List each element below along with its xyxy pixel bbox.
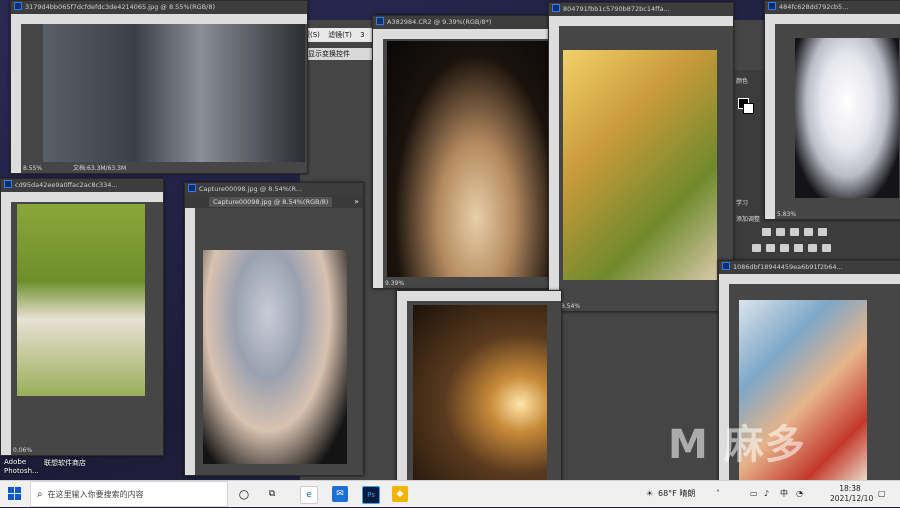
- edge-browser-icon[interactable]: e: [300, 486, 318, 504]
- photo-woman-on-grass: [17, 204, 145, 396]
- canvas[interactable]: [407, 301, 561, 481]
- ps-file-icon: [188, 184, 196, 192]
- document-title: 1086dbf18944459ea6b91f2b64...: [733, 263, 843, 271]
- show-transform-controls[interactable]: 显示变换控件: [300, 48, 378, 60]
- brightness-icon[interactable]: [762, 228, 771, 236]
- zoom-status[interactable]: 9.39%: [383, 279, 404, 288]
- desktop-icon-label-store[interactable]: 联想软件商店: [44, 458, 86, 468]
- document-title: 484fc628dd792cb5...: [779, 3, 849, 11]
- document-title-bar[interactable]: 1086dbf18944459ea6b91f2b64...: [719, 261, 900, 274]
- ps-file-icon: [552, 4, 560, 12]
- color-balance-icon[interactable]: [780, 244, 789, 252]
- taskbar-search-box[interactable]: ⌕ 在这里输入你要搜索的内容: [30, 481, 228, 507]
- document-title-bar[interactable]: 804791fbb1c5790b872bc14ffa...: [549, 3, 733, 16]
- document-title-bar[interactable]: cd95da42ee9a0ffac2ac8c334...: [1, 179, 163, 192]
- hue-saturation-icon[interactable]: [766, 244, 775, 252]
- ps-file-icon: [768, 2, 776, 10]
- zoom-status[interactable]: 8.55%: [21, 164, 42, 173]
- search-icon: ⌕: [37, 489, 43, 500]
- vibrance-icon[interactable]: [752, 244, 761, 252]
- taskbar: ⌕ 在这里输入你要搜索的内容 ○ ⧉ e ✉ Ps ◆ ☀ 68°F 晴朗 ˄ ▭…: [0, 480, 900, 507]
- document-size-status: 文档:63.3M/63.3M: [73, 165, 127, 172]
- desktop-icon-label[interactable]: Photosh...: [4, 467, 39, 475]
- photo-filter-icon[interactable]: [808, 244, 817, 252]
- document-title: A382984.CR2 @ 9.39%(RGB/8*): [387, 18, 492, 26]
- ps-file-icon: [4, 180, 12, 188]
- document-window-7[interactable]: [396, 290, 562, 482]
- canvas[interactable]: [195, 208, 363, 475]
- windows-logo-tile: [8, 487, 14, 493]
- background-color-swatch[interactable]: [743, 103, 754, 114]
- app-tray-icon[interactable]: ◔: [796, 481, 803, 507]
- weather-icon: ☀: [646, 489, 654, 498]
- menu-item-filter[interactable]: 滤镜(T): [325, 28, 355, 42]
- network-icon[interactable]: ▭: [750, 481, 758, 507]
- document-window-2[interactable]: A382984.CR2 @ 9.39%(RGB/8*) 9.39%: [372, 15, 562, 289]
- document-window-1[interactable]: 3179d4bb065f7dcfdefdc3de4214065.jpg @ 8.…: [10, 0, 308, 174]
- ps-file-icon: [376, 17, 384, 25]
- curves-icon[interactable]: [790, 228, 799, 236]
- start-button[interactable]: [8, 487, 22, 501]
- document-title-bar[interactable]: Capture00098.jpg @ 8.54%(R...: [185, 183, 363, 196]
- weather-status[interactable]: 68°F 晴朗: [658, 481, 695, 507]
- black-white-icon[interactable]: [794, 244, 803, 252]
- document-title: Capture00098.jpg @ 8.54%(R...: [199, 185, 302, 193]
- watermark-logo: M 麻多: [668, 422, 806, 468]
- clock[interactable]: 18:38 2021/12/10: [830, 484, 874, 504]
- photo-bride-in-sunlight: [563, 50, 717, 280]
- photoshop-taskbar-icon[interactable]: Ps: [362, 486, 380, 504]
- cortana-icon[interactable]: ○: [236, 486, 252, 502]
- menu-item-3d[interactable]: 3: [357, 29, 367, 41]
- canvas[interactable]: [11, 202, 163, 455]
- document-tab[interactable]: Capture00098.jpg @ 8.54%(RGB/8): [209, 197, 333, 207]
- canvas[interactable]: [383, 39, 561, 288]
- windows-logo-tile: [15, 494, 21, 500]
- canvas[interactable]: [559, 26, 733, 311]
- learn-panel-label[interactable]: 学习: [736, 198, 748, 207]
- document-window-4[interactable]: 484fc628dd792cb5... 5.83%: [764, 0, 900, 220]
- color-panel-label[interactable]: 颜色: [736, 76, 748, 85]
- ps-file-icon: [14, 2, 22, 10]
- document-window-3[interactable]: 804791fbb1c5790b872bc14ffa... 8.54%: [548, 2, 734, 312]
- photo-woman-with-angel-wings: [795, 38, 899, 198]
- desktop-icon-label[interactable]: Adobe: [4, 458, 26, 466]
- volume-icon[interactable]: ♪: [764, 481, 769, 507]
- photo-woman-in-gown: [387, 41, 549, 277]
- adjustments-panel-label[interactable]: 添加调整: [736, 214, 760, 223]
- ps-file-icon: [722, 262, 730, 270]
- document-title: 804791fbb1c5790b872bc14ffa...: [563, 5, 670, 13]
- more-tabs-button[interactable]: »: [354, 196, 359, 208]
- photo-woman-with-lamp: [413, 305, 547, 481]
- tray-chevron-icon[interactable]: ˄: [716, 481, 720, 507]
- document-title-bar[interactable]: A382984.CR2 @ 9.39%(RGB/8*): [373, 16, 561, 29]
- clock-date: 2021/12/10: [830, 494, 874, 503]
- clock-time: 18:38: [839, 484, 861, 493]
- document-title: 3179d4bb065f7dcfdefdc3de4214065.jpg @ 8.…: [25, 3, 216, 11]
- notification-icon[interactable]: ▢: [878, 481, 886, 507]
- canvas[interactable]: [775, 24, 900, 219]
- channel-mixer-icon[interactable]: [822, 244, 831, 252]
- photo-woman-reclining: [43, 24, 305, 162]
- search-placeholder: 在这里输入你要搜索的内容: [47, 490, 144, 499]
- zoom-status[interactable]: 5.83%: [775, 210, 796, 219]
- document-window-5[interactable]: cd95da42ee9a0ffac2ac8c334... 0.06%: [0, 178, 164, 456]
- levels-icon[interactable]: [776, 228, 785, 236]
- windows-logo-tile: [8, 494, 14, 500]
- ime-icon[interactable]: 中: [780, 481, 788, 507]
- zoom-status[interactable]: 0.06%: [11, 446, 32, 455]
- photo-woman-with-headwrap: [203, 250, 347, 464]
- document-title: cd95da42ee9a0ffac2ac8c334...: [15, 181, 118, 189]
- app-icon[interactable]: ◆: [392, 486, 408, 502]
- zoom-status[interactable]: 8.54%: [559, 302, 580, 311]
- document-window-6[interactable]: Capture00098.jpg @ 8.54%(R... Capture000…: [184, 182, 364, 476]
- document-title-bar[interactable]: 3179d4bb065f7dcfdefdc3de4214065.jpg @ 8.…: [11, 1, 307, 14]
- exposure-icon[interactable]: [804, 228, 813, 236]
- document-tab-bar: Capture00098.jpg @ 8.54%(RGB/8) »: [185, 196, 363, 208]
- task-view-icon[interactable]: ⧉: [264, 486, 280, 502]
- document-title-bar[interactable]: 484fc628dd792cb5...: [765, 1, 900, 14]
- windows-logo-tile: [15, 487, 21, 493]
- mail-icon[interactable]: ✉: [332, 486, 348, 502]
- canvas[interactable]: [21, 24, 307, 173]
- gradient-map-icon[interactable]: [818, 228, 827, 236]
